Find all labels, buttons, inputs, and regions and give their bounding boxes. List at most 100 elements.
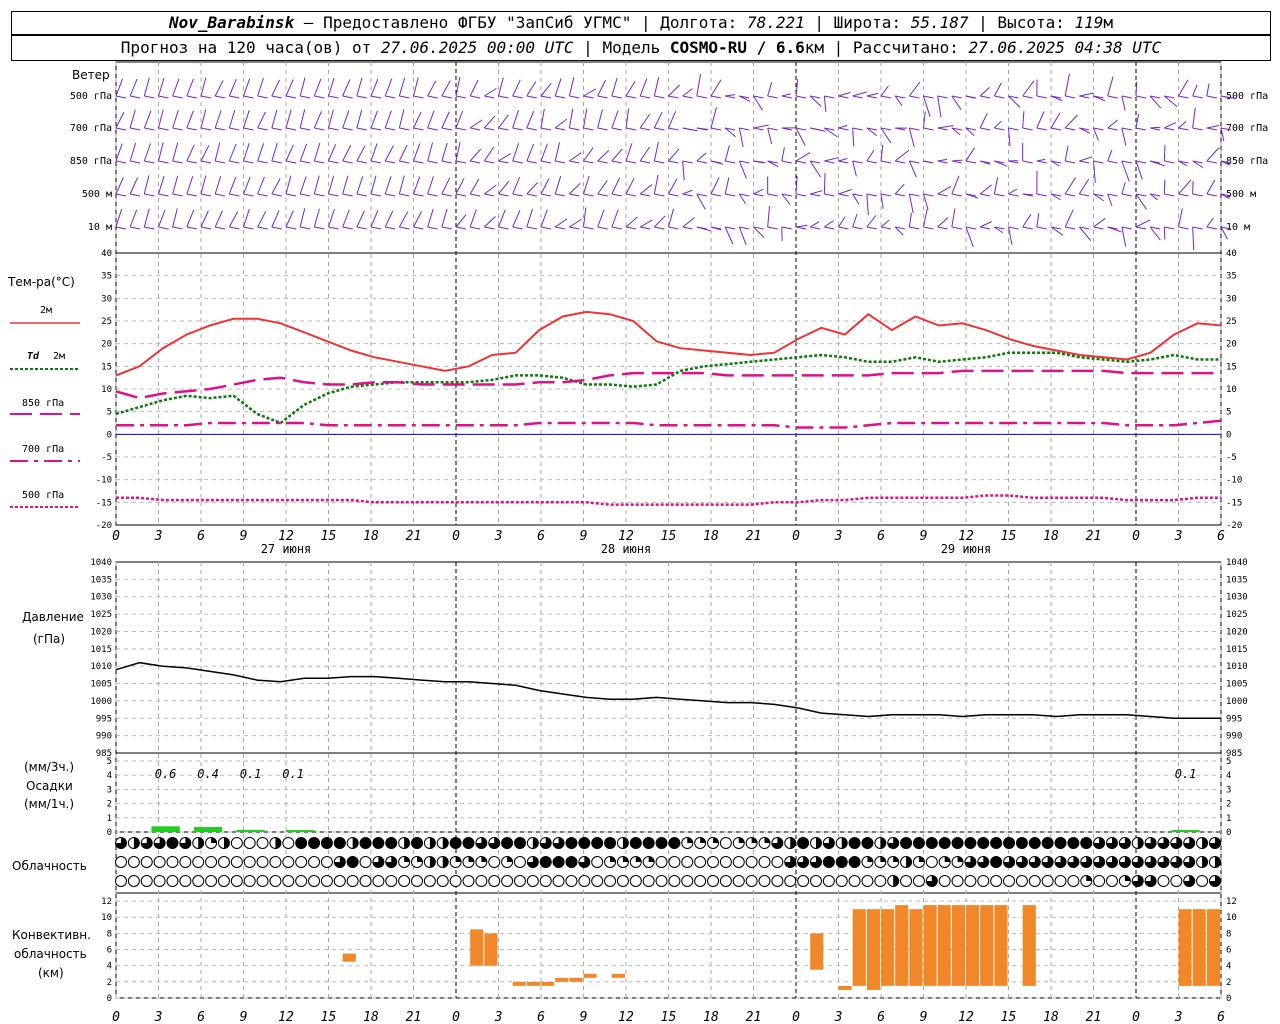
wind-barb-staff xyxy=(1078,178,1090,195)
wind-barb-feather xyxy=(725,226,736,230)
wind-barb-feather xyxy=(115,226,127,230)
cloud-circle xyxy=(1067,875,1080,887)
wind-barb-feather xyxy=(1206,95,1217,99)
wind-barb-feather xyxy=(470,226,481,230)
wind-barb-staff xyxy=(483,146,495,162)
cloud-fill-full xyxy=(411,837,423,849)
wind-barb-staff xyxy=(172,78,180,97)
wind-barb-feather xyxy=(526,226,537,230)
wind-barb-staff xyxy=(569,152,582,162)
wind-barb-feather xyxy=(172,160,183,164)
wind-barb-staff xyxy=(682,88,693,97)
wind-barb-staff xyxy=(1008,188,1018,195)
wind-barb-staff xyxy=(200,77,207,97)
wind-barb-feather xyxy=(923,193,934,197)
wind-barb-staff xyxy=(937,185,952,195)
wind-barb-staff xyxy=(455,110,464,129)
cloud-circle xyxy=(320,875,333,887)
wind-barb-staff xyxy=(1192,226,1195,251)
wind-barb-staff xyxy=(653,215,666,228)
wind-barb-feather xyxy=(413,160,424,164)
cloud-fill-sector xyxy=(867,856,873,862)
wind-barb-feather xyxy=(852,160,863,164)
wind-barb-staff xyxy=(554,142,561,162)
cloud-fill-full xyxy=(926,837,938,849)
wind-barb-feather xyxy=(682,95,693,99)
conv-bar xyxy=(512,981,526,986)
wind-barb-feather xyxy=(512,193,523,197)
press-tick-right: 1000 xyxy=(1226,697,1248,707)
wind-barb-staff xyxy=(271,178,281,195)
wind-barb-staff xyxy=(214,80,224,97)
wind-barb-feather xyxy=(1178,95,1189,99)
cloud-circle xyxy=(359,875,372,887)
wind-barb-feather xyxy=(1135,226,1147,230)
conv-bar xyxy=(980,905,994,986)
cloud-fill-full xyxy=(462,837,474,849)
cloud-fill-full xyxy=(797,837,809,849)
wind-barb-staff xyxy=(554,118,568,129)
cloud-circle xyxy=(784,875,797,887)
wind-barb-staff xyxy=(753,124,769,129)
cloud-fill-full xyxy=(321,837,333,849)
wind-barb-feather xyxy=(1206,160,1217,164)
conv-bar xyxy=(852,909,866,986)
conv-bar xyxy=(937,905,951,986)
wind-barb-staff xyxy=(625,178,635,195)
press-tick-left: 990 xyxy=(96,732,112,742)
wind-barb-staff xyxy=(384,176,392,195)
cloud-circle xyxy=(192,856,205,868)
temp-tick-left: 10 xyxy=(101,385,112,395)
cloud-circle xyxy=(1196,875,1209,887)
wind-barb-staff xyxy=(186,176,194,195)
wind-barb-feather xyxy=(229,95,240,99)
wind-barb-staff xyxy=(214,110,222,129)
wind-barb-staff xyxy=(342,175,349,195)
cloud-circle xyxy=(694,856,707,868)
x-tick-label: 6 xyxy=(1217,529,1225,544)
conv-bar xyxy=(966,905,980,986)
temp-tick-left: 20 xyxy=(101,340,112,350)
wind-barb-feather xyxy=(526,193,537,197)
cloud-fill-full xyxy=(308,837,320,849)
wind-barb-staff xyxy=(824,220,834,228)
wind-barb-staff xyxy=(568,108,574,129)
wind-barb-staff xyxy=(625,81,636,97)
wind-barb-feather xyxy=(455,127,467,131)
cloud-circle xyxy=(578,875,591,887)
cloud-fill-sector xyxy=(1124,875,1131,881)
cloud-fill-sector xyxy=(481,856,487,862)
wind-barb-feather xyxy=(229,160,240,164)
wind-barb-staff xyxy=(313,142,321,162)
wind-barb-feather xyxy=(455,160,467,164)
wind-barb-feather xyxy=(795,127,807,131)
wind-barb-staff xyxy=(540,108,545,129)
wind-barb-feather xyxy=(285,193,297,197)
wind-barb-feather xyxy=(271,127,282,131)
wind-barb-staff xyxy=(469,209,477,228)
wind-barb-feather xyxy=(555,95,566,99)
cloud-fill-full xyxy=(591,837,603,849)
wind-barb-feather xyxy=(1206,226,1217,230)
cloud-circle xyxy=(797,875,810,887)
wind-barb-staff xyxy=(682,189,693,195)
wind-barb-feather xyxy=(965,160,977,164)
x-tick-label-bottom: 6 xyxy=(197,1010,205,1024)
wind-barb-feather xyxy=(1107,127,1118,131)
wind-barb-feather xyxy=(795,193,807,197)
cloud-circle xyxy=(282,837,295,849)
cloud-fill-sector xyxy=(700,837,706,843)
wind-barb-feather xyxy=(498,127,509,131)
wind-barb-staff xyxy=(880,219,890,228)
temp-panel-title: Тем-ра(°С) xyxy=(8,275,75,289)
wind-barb-staff xyxy=(979,221,992,228)
wind-barb-staff xyxy=(1178,79,1189,97)
x-tick-label: 15 xyxy=(1001,529,1017,544)
cloud-circle xyxy=(1105,875,1118,887)
wind-barb-staff xyxy=(1064,73,1070,97)
wind-barb-feather xyxy=(1008,226,1019,230)
precip-tick-right: 5 xyxy=(1226,757,1231,767)
wind-barb-staff xyxy=(441,111,450,129)
wind-barb-staff xyxy=(1178,179,1192,195)
x-tick-label: 0 xyxy=(112,529,120,544)
